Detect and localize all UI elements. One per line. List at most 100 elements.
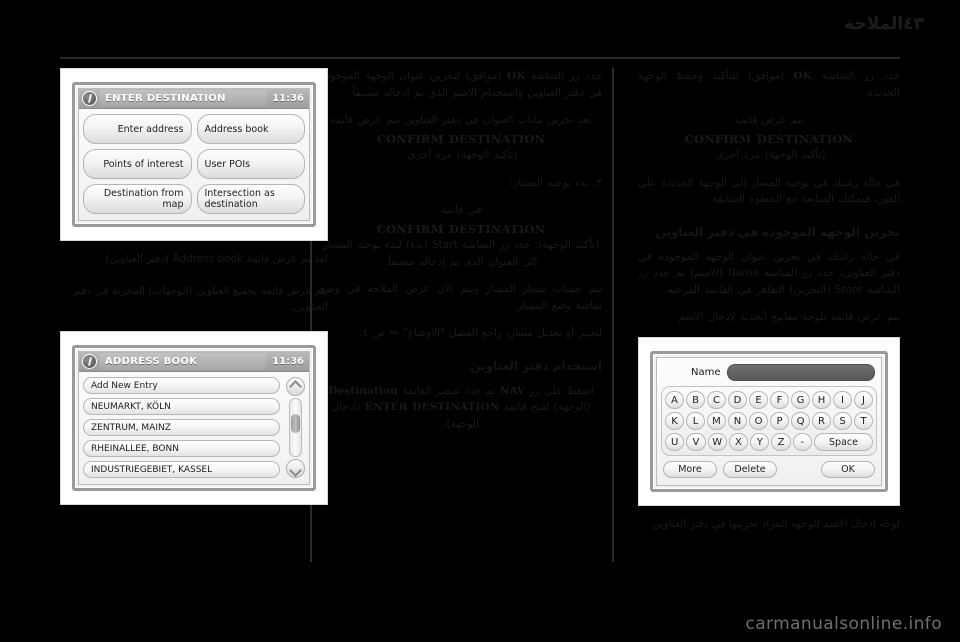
- name-field-row: Name: [661, 363, 877, 386]
- mid-confirm-destination-term: CONFIRM DESTINATION: [376, 131, 546, 146]
- key-hyphen[interactable]: -: [792, 432, 812, 451]
- keypad-row-3: U V W X Y Z - Space: [665, 432, 873, 451]
- confirm-destination-term: CONFIRM DESTINATION: [684, 131, 854, 146]
- right-para-2: يتم عرض قائمة CONFIRM DESTINATION (تأكيد…: [638, 112, 900, 164]
- key-a[interactable]: A: [665, 390, 684, 409]
- address-book-button[interactable]: Address book: [196, 114, 305, 144]
- right-para-1: حدد زر الشاشة OK (موافق) للتأكيد وحفظ ال…: [638, 68, 900, 101]
- chevron-up-icon[interactable]: [285, 377, 305, 396]
- name-keyboard-screen: Name A B C D E F G H I J K L M N O P Q R…: [656, 356, 882, 486]
- info-icon: [82, 91, 97, 106]
- address-book-title: ADDRESS BOOK: [100, 353, 267, 370]
- key-u[interactable]: U: [665, 432, 685, 451]
- mid-para-2-post: (تأكيد الوجهة) مرة أخرى.: [404, 149, 518, 161]
- left-caption-1-text: لقد تم عرض قائمة Address book (دفتر العن…: [101, 253, 328, 265]
- scroll-thumb[interactable]: [290, 413, 300, 434]
- mid-confirm-destination-term-2: CONFIRM DESTINATION: [376, 221, 546, 236]
- list-item[interactable]: INDUSTRIEGEBIET, KASSEL: [83, 461, 280, 478]
- screenshot-bezel: ENTER DESTINATION 11:36 Enter address Ad…: [72, 82, 316, 227]
- key-h[interactable]: H: [812, 390, 831, 409]
- key-c[interactable]: C: [707, 390, 726, 409]
- mid-para-4: يتم حساب مسار المسار ويتم الآن عرض الملا…: [320, 283, 602, 312]
- screenshot-bezel: Name A B C D E F G H I J K L M N O P Q R…: [650, 350, 888, 492]
- address-book-list-wrap: Add New Entry NEUMARKT, KÖLN ZENTRUM, MA…: [83, 377, 305, 478]
- key-z[interactable]: Z: [771, 432, 791, 451]
- address-book-titlebar: ADDRESS BOOK 11:36: [79, 352, 309, 372]
- mid-para-5: لتغيير أو تعديل مسار، راجع الفصل "الأوضا…: [359, 327, 602, 339]
- key-v[interactable]: V: [686, 432, 706, 451]
- key-s[interactable]: S: [833, 411, 852, 430]
- right-para-2-pre: يتم عرض قائمة: [734, 114, 804, 126]
- key-q[interactable]: Q: [791, 411, 810, 430]
- key-i[interactable]: I: [833, 390, 852, 409]
- right-para-2-post: (تأكيد الوجهة) مرة أخرى.: [712, 149, 826, 161]
- key-k[interactable]: K: [665, 411, 684, 430]
- key-g[interactable]: G: [791, 390, 810, 409]
- ok-term: OK: [793, 70, 812, 82]
- chevron-down-icon[interactable]: [285, 459, 305, 478]
- address-book-screen: ADDRESS BOOK 11:36 Add New Entry NEUMARK…: [78, 351, 310, 485]
- list-item[interactable]: ZENTRUM, MAINZ: [83, 419, 280, 436]
- mid-para-2-text: بعد تخزين بيانات العنوان في دفتر العناوي…: [330, 114, 592, 126]
- enter-destination-term: ENTER DESTINATION: [364, 401, 500, 413]
- key-p[interactable]: P: [770, 411, 789, 430]
- scroll-track[interactable]: [288, 398, 302, 457]
- mid-sub-heading: استخدام دفتر العناوين: [470, 358, 602, 373]
- left-caption-1: لقد تم عرض قائمة Address book (دفتر العن…: [60, 251, 328, 267]
- info-icon: [82, 354, 97, 369]
- key-o[interactable]: O: [749, 411, 768, 430]
- content-columns: حدد زر الشاشة OK (موافق) للتأكيد وحفظ ال…: [60, 68, 900, 602]
- ok-button[interactable]: OK: [821, 460, 875, 478]
- delete-button[interactable]: Delete: [723, 460, 777, 478]
- footer-watermark: carmanualsonline.info: [745, 614, 942, 634]
- destination-term: Destination: [328, 384, 398, 397]
- key-j[interactable]: J: [854, 390, 873, 409]
- name-input[interactable]: [726, 363, 875, 381]
- screenshot-address-book: ADDRESS BOOK 11:36 Add New Entry NEUMARK…: [60, 331, 328, 505]
- key-b[interactable]: B: [686, 390, 705, 409]
- mid-para-2: بعد تخزين بيانات العنوان في دفتر العناوي…: [320, 112, 602, 164]
- enter-destination-titlebar: ENTER DESTINATION 11:36: [79, 89, 309, 109]
- mid-para-3-text: في قائمة: [440, 204, 482, 216]
- left-caption-2: يتم عرض قائمة بجميع العناوين (الوجهات) ا…: [72, 285, 328, 313]
- key-n[interactable]: N: [728, 411, 747, 430]
- list-item[interactable]: NEUMARKT, KÖLN: [83, 398, 280, 415]
- key-m[interactable]: M: [707, 411, 726, 430]
- right-para-3: في حالة رغبتك في توجيه المسار إلى الوجهة…: [638, 176, 900, 206]
- right-para-4: في حالة رغبتك في تخزين عنوان الوجهة المو…: [638, 250, 900, 296]
- key-y[interactable]: Y: [750, 432, 770, 451]
- mid-ok-term: OK: [507, 70, 526, 82]
- key-e[interactable]: E: [749, 390, 768, 409]
- list-item-add-new-entry[interactable]: Add New Entry: [83, 377, 280, 394]
- right-para-5: يتم عرض قائمة بلوحة مفاتيح أبجدية لإدخال…: [675, 311, 900, 323]
- column-right: حدد زر الشاشة OK (موافق) للتأكيد وحفظ ال…: [638, 68, 900, 602]
- destination-from-map-button[interactable]: Destination from map: [83, 184, 192, 214]
- mid-para-6-pre: اضغط على زر: [525, 384, 594, 397]
- list-item[interactable]: RHEINALLEE, BONN: [83, 440, 280, 457]
- column-divider-right: [612, 68, 614, 562]
- keypad-row-2: K L M N O P Q R S T: [665, 411, 873, 430]
- mid-list-item-3: ٣. بدء توجيه المسار:: [509, 176, 602, 189]
- key-f[interactable]: F: [770, 390, 789, 409]
- right-para-1-pre: حدد زر الشاشة: [811, 70, 900, 82]
- key-w[interactable]: W: [707, 432, 727, 451]
- key-l[interactable]: L: [686, 411, 705, 430]
- more-button[interactable]: More: [663, 460, 717, 478]
- key-space[interactable]: Space: [813, 432, 873, 451]
- key-t[interactable]: T: [854, 411, 873, 430]
- destination-method-grid: Enter address Address book Points of int…: [83, 114, 305, 214]
- user-pois-button[interactable]: User POIs: [196, 149, 305, 179]
- points-of-interest-button[interactable]: Points of interest: [83, 149, 192, 179]
- right-screenshot-caption: لوحة إدخال الاسم للوجهة المراد تخزينها ف…: [652, 517, 900, 530]
- address-book-scrollbar[interactable]: [285, 377, 305, 478]
- key-d[interactable]: D: [728, 390, 747, 409]
- enter-address-button[interactable]: Enter address: [83, 114, 192, 144]
- key-r[interactable]: R: [812, 411, 831, 430]
- screenshot-enter-destination: ENTER DESTINATION 11:36 Enter address Ad…: [60, 68, 328, 241]
- keypad-row-1: A B C D E F G H I J: [665, 390, 873, 409]
- clock-display: 11:36: [272, 356, 304, 367]
- key-x[interactable]: X: [728, 432, 749, 451]
- alphabet-keypad: A B C D E F G H I J K L M N O P Q R S T …: [661, 385, 877, 456]
- page-number: ٤٣: [903, 14, 924, 34]
- intersection-as-destination-button[interactable]: Intersection as destination: [196, 184, 305, 214]
